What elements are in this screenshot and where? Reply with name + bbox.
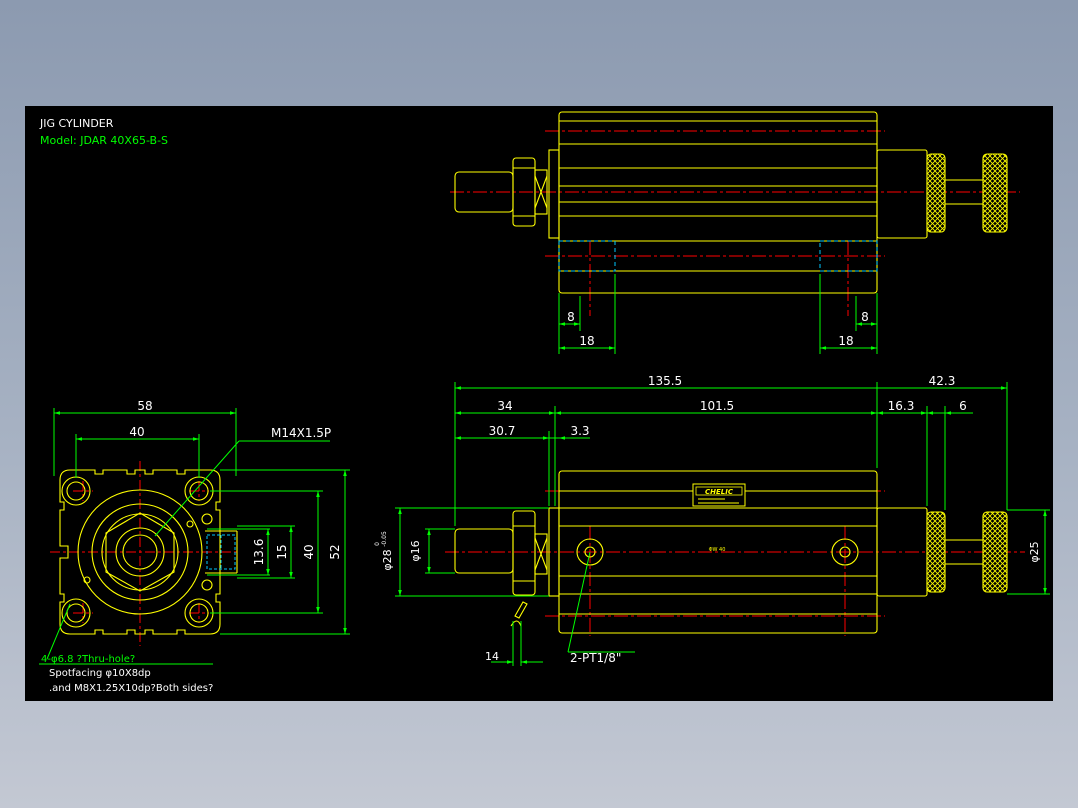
dim-rod-307: 30.7 [489, 424, 516, 438]
top-view-dim-lines [558, 274, 878, 354]
dim-rod-34: 34 [497, 399, 512, 413]
dim-nut-14: 14 [485, 650, 499, 663]
front-knob-front [926, 511, 946, 593]
port-note: 2-PT1/8" [570, 651, 621, 665]
top-knob-rear [982, 153, 1008, 233]
dim-overall: 135.5 [648, 374, 682, 388]
drawing-sheet: JIG CYLINDER Model: JDAR 40X65-B-S 8 18 … [25, 106, 1053, 701]
dim-tail-423: 42.3 [929, 374, 956, 388]
dim-height-15: 15 [275, 544, 289, 559]
dim-body: 101.5 [700, 399, 734, 413]
dim-height-52: 52 [328, 544, 342, 559]
dim-top-right-18: 18 [838, 334, 853, 348]
dim-boss-dia: φ28 [381, 549, 394, 570]
drawing-title: JIG CYLINDER [39, 117, 114, 130]
brand-text: CHELIC [705, 488, 734, 496]
side-view-dim-lines [39, 408, 350, 665]
dim-knob-dia: φ25 [1028, 541, 1041, 562]
front-view: CHELIC ΦW 40 135.5 34 101.5 30.7 3.3 42.… [374, 374, 1050, 666]
top-knob-front [926, 153, 946, 233]
front-knob-rear [982, 511, 1008, 593]
dim-step: 3.3 [570, 424, 589, 438]
dim-height-40: 40 [302, 544, 316, 559]
model-label: Model: JDAR 40X65-B-S [40, 134, 168, 147]
body-mark: ΦW 40 [709, 547, 726, 553]
thread-note: M14X1.5P [271, 426, 331, 440]
hole-note-1: 4-φ6.8 ?Thru-hole? [41, 654, 135, 665]
dim-tail-6: 6 [959, 399, 967, 413]
dim-rod-dia: φ16 [409, 540, 422, 561]
side-view: M14X1.5P 58 40 13.6 15 40 52 4-φ6.8 ?Thr… [39, 399, 350, 694]
dim-tail-163: 16.3 [888, 399, 915, 413]
dim-boss-tol-lower: -0.05 [381, 531, 388, 547]
top-view: 8 18 8 18 [450, 111, 1020, 354]
dim-boss-tol-upper: 0 [374, 542, 381, 546]
top-view-outline [454, 111, 983, 294]
cad-drawing: JIG CYLINDER Model: JDAR 40X65-B-S 8 18 … [39, 111, 1050, 694]
thread-leader [154, 440, 240, 537]
dim-height-136: 13.6 [252, 539, 266, 566]
dim-top-left-18: 18 [579, 334, 594, 348]
hole-note-2: Spotfacing φ10X8dp [49, 668, 151, 679]
hole-note-3: .and M8X1.25X10dp?Both sides? [49, 683, 213, 694]
dim-top-left-8: 8 [567, 310, 575, 324]
chelic-label: CHELIC [692, 483, 746, 507]
dim-width-58: 58 [137, 399, 152, 413]
dim-top-right-8: 8 [861, 310, 869, 324]
dim-width-40: 40 [129, 425, 144, 439]
